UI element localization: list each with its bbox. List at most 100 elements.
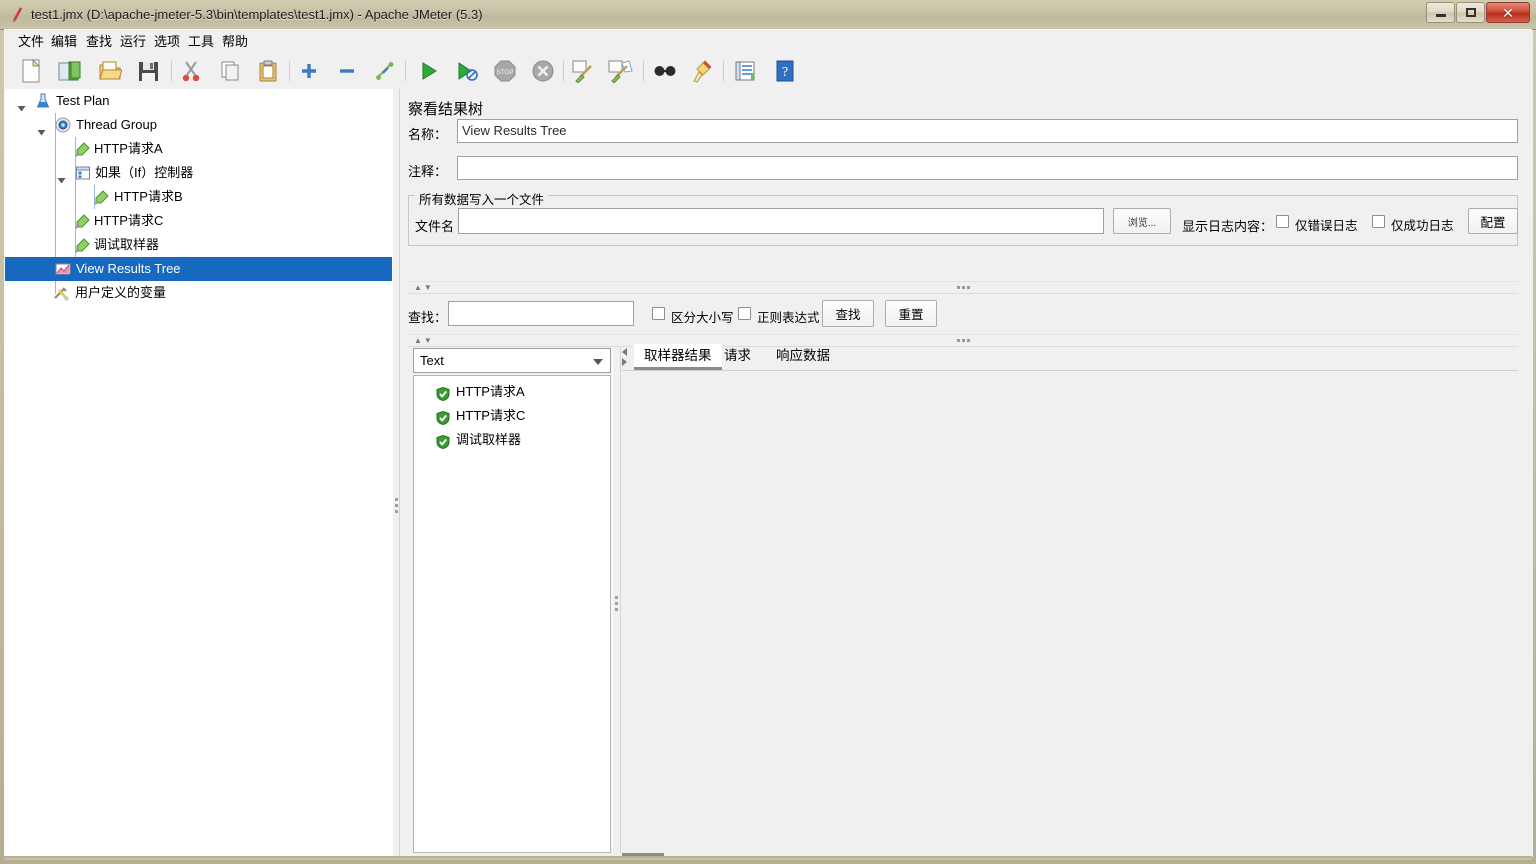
- list-item[interactable]: 调试取样器: [414, 428, 610, 452]
- regex-checkbox[interactable]: [738, 307, 751, 320]
- list-item[interactable]: HTTP请求C: [414, 404, 610, 428]
- templates-icon[interactable]: [55, 57, 83, 85]
- restore-button[interactable]: [1456, 2, 1485, 23]
- copy-icon[interactable]: [216, 57, 244, 85]
- tree-node-http-request-c[interactable]: HTTP请求C: [5, 209, 392, 233]
- list-item[interactable]: HTTP请求A: [414, 380, 610, 404]
- tree-node-label: HTTP请求A: [94, 137, 163, 161]
- regex-label: 正则表达式: [757, 307, 820, 326]
- test-plan-tree[interactable]: Test Plan Thread Group: [5, 89, 392, 305]
- split-arrows[interactable]: ▲▼: [414, 284, 434, 292]
- view-results-tree-icon: [55, 261, 71, 277]
- minimize-button[interactable]: [1426, 2, 1455, 23]
- test-plan-tree-pane: Test Plan Thread Group: [5, 89, 392, 857]
- main-vertical-splitter[interactable]: [392, 89, 400, 857]
- toggle-icon[interactable]: [371, 57, 399, 85]
- start-icon[interactable]: [415, 57, 443, 85]
- thread-group-icon: [55, 117, 71, 133]
- case-sensitive-label: 区分大小写: [671, 307, 734, 326]
- new-icon[interactable]: [17, 57, 45, 85]
- stop-icon[interactable]: STOP: [491, 57, 519, 85]
- tree-node-test-plan[interactable]: Test Plan: [5, 89, 392, 113]
- tree-node-label: View Results Tree: [76, 257, 181, 281]
- menu-file[interactable]: 文件: [13, 33, 49, 51]
- configure-button[interactable]: 配置: [1468, 208, 1518, 234]
- renderer-select[interactable]: Text: [413, 348, 611, 373]
- tree-node-label: HTTP请求B: [114, 185, 183, 209]
- clear-icon[interactable]: [569, 57, 597, 85]
- tree-node-debug-sampler[interactable]: 调试取样器: [5, 233, 392, 257]
- clear-all-icon[interactable]: [607, 57, 635, 85]
- renderer-selected-value: Text: [420, 353, 444, 368]
- menu-tools[interactable]: 工具: [183, 33, 219, 51]
- toolbar: STOP: [5, 53, 1533, 90]
- if-controller-icon: [75, 165, 91, 181]
- search-icon[interactable]: [651, 57, 679, 85]
- tree-node-http-request-a[interactable]: HTTP请求A: [5, 137, 392, 161]
- tree-node-view-results-tree[interactable]: View Results Tree: [5, 257, 392, 281]
- help-icon[interactable]: ?: [771, 57, 799, 85]
- tree-node-label: Thread Group: [76, 113, 157, 137]
- chevron-down-icon[interactable]: [57, 169, 66, 178]
- window-bottom-frame: [4, 856, 1532, 860]
- tree-node-http-request-b[interactable]: HTTP请求B: [5, 185, 392, 209]
- split-bar-upper[interactable]: ▲▼: [408, 281, 1518, 294]
- chevron-down-icon[interactable]: [593, 359, 603, 365]
- user-defined-variables-icon: [53, 285, 69, 301]
- menu-options[interactable]: 选项: [149, 33, 185, 51]
- split-arrows[interactable]: ▲▼: [414, 337, 434, 345]
- function-helper-icon[interactable]: [731, 57, 759, 85]
- expand-all-icon[interactable]: [295, 57, 323, 85]
- tree-node-if-controller[interactable]: 如果（If）控制器: [5, 161, 392, 185]
- tab-response-data[interactable]: 响应数据: [766, 344, 840, 370]
- comment-input[interactable]: [457, 156, 1518, 180]
- errors-only-label: 仅错误日志: [1295, 215, 1358, 234]
- tree-node-thread-group[interactable]: Thread Group: [5, 113, 392, 137]
- reset-search-icon[interactable]: [689, 57, 717, 85]
- detail-tab-body: [622, 370, 1518, 854]
- detail-tabs[interactable]: 取样器结果 请求 响应数据: [622, 344, 1518, 370]
- paste-icon[interactable]: [254, 57, 282, 85]
- http-sampler-icon: [75, 213, 91, 229]
- case-sensitive-checkbox[interactable]: [652, 307, 665, 320]
- log-display-label: 显示日志内容：: [1182, 216, 1273, 235]
- tab-request[interactable]: 请求: [714, 344, 761, 370]
- menu-run[interactable]: 运行: [115, 33, 151, 51]
- tab-sampler-result[interactable]: 取样器结果: [634, 344, 722, 370]
- jmeter-window: test1.jmx (D:\apache-jmeter-5.3\bin\temp…: [0, 0, 1536, 864]
- list-item-label: 调试取样器: [456, 428, 521, 452]
- title-bar: test1.jmx (D:\apache-jmeter-5.3\bin\temp…: [0, 0, 1536, 30]
- search-label: 查找：: [408, 307, 447, 326]
- success-only-checkbox[interactable]: [1372, 215, 1385, 228]
- chevron-down-icon[interactable]: [37, 121, 46, 130]
- filename-input[interactable]: [458, 208, 1104, 234]
- menu-search[interactable]: 查找: [81, 33, 117, 51]
- reset-button[interactable]: 重置: [885, 300, 937, 327]
- open-icon[interactable]: [96, 57, 124, 85]
- tree-node-user-defined-variables[interactable]: 用户定义的变量: [5, 281, 392, 305]
- start-no-timers-icon[interactable]: [453, 57, 481, 85]
- save-icon[interactable]: [134, 57, 162, 85]
- menu-edit[interactable]: 编辑: [46, 33, 82, 51]
- http-sampler-icon: [94, 189, 110, 205]
- cut-icon[interactable]: [177, 57, 205, 85]
- sampler-results-list[interactable]: HTTP请求A HTTP请求C: [413, 375, 611, 853]
- close-button[interactable]: ✕: [1486, 2, 1530, 23]
- results-detail-splitter[interactable]: [612, 348, 621, 853]
- name-input[interactable]: View Results Tree: [457, 119, 1518, 143]
- shutdown-icon[interactable]: [529, 57, 557, 85]
- test-plan-icon: [35, 93, 51, 109]
- menu-help[interactable]: 帮助: [217, 33, 253, 51]
- find-button[interactable]: 查找: [822, 300, 874, 327]
- browse-button[interactable]: 浏览...: [1113, 208, 1171, 234]
- comment-label: 注释：: [408, 161, 447, 180]
- search-input[interactable]: [448, 301, 634, 326]
- success-only-label: 仅成功日志: [1391, 215, 1454, 234]
- errors-only-checkbox[interactable]: [1276, 215, 1289, 228]
- chevron-down-icon[interactable]: [17, 97, 26, 106]
- collapse-all-icon[interactable]: [333, 57, 361, 85]
- tree-node-label: 用户定义的变量: [75, 281, 166, 305]
- window-title: test1.jmx (D:\apache-jmeter-5.3\bin\temp…: [31, 6, 483, 24]
- tab-scroll-arrows[interactable]: [622, 346, 632, 368]
- success-shield-icon: [436, 385, 450, 399]
